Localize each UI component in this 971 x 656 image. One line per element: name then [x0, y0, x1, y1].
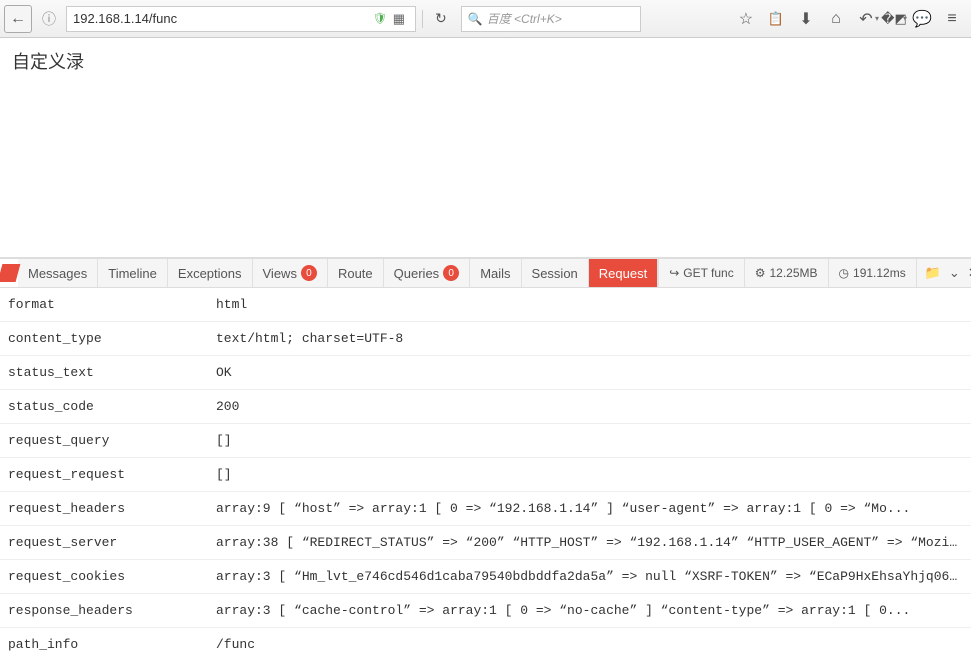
- row-value: array:9 [ “host” => array:1 [ 0 => “192.…: [216, 501, 963, 516]
- row-value: array:3 [ “Hm_lvt_e746cd546d1caba79540bd…: [216, 569, 963, 584]
- page-content: 自定义渌: [0, 38, 971, 258]
- row-key: request_cookies: [8, 569, 216, 584]
- search-placeholder: 百度 <Ctrl+K>: [487, 10, 562, 27]
- search-bar[interactable]: 🔍 百度 <Ctrl+K>: [461, 6, 641, 32]
- url-text: 192.168.1.14/func: [73, 11, 177, 26]
- redirect-icon: ↪: [669, 266, 679, 280]
- debug-logo[interactable]: [0, 259, 18, 287]
- row-key: request_query: [8, 433, 216, 448]
- row-key: status_text: [8, 365, 216, 380]
- row-value: OK: [216, 365, 963, 380]
- row-value: []: [216, 467, 963, 482]
- tab-request[interactable]: Request: [589, 259, 658, 287]
- browser-toolbar: ← ⓘ 192.168.1.14/func 🛡 ▦ ↻ 🔍 百度 <Ctrl+K…: [0, 0, 971, 38]
- divider: [422, 10, 423, 28]
- menu-icon[interactable]: ≡: [937, 4, 967, 34]
- debug-bar: Messages Timeline Exceptions Views 0 Rou…: [0, 258, 971, 288]
- row-key: request_server: [8, 535, 216, 550]
- memory-icon: ⚙: [755, 266, 766, 280]
- table-row[interactable]: request_request[]: [0, 458, 971, 492]
- time-info: ◷ 191.12ms: [828, 259, 916, 287]
- row-key: response_headers: [8, 603, 216, 618]
- search-icon: 🔍: [468, 12, 483, 26]
- table-row[interactable]: status_textOK: [0, 356, 971, 390]
- row-key: format: [8, 297, 216, 312]
- home-icon[interactable]: ⌂: [821, 4, 851, 34]
- refresh-icon[interactable]: ↻: [429, 10, 453, 27]
- qr-icon[interactable]: ▦: [393, 11, 405, 27]
- table-row[interactable]: path_info/func: [0, 628, 971, 656]
- download-icon[interactable]: ⬇: [791, 4, 821, 34]
- table-row[interactable]: request_serverarray:38 [ “REDIRECT_STATU…: [0, 526, 971, 560]
- route-info[interactable]: ↪ GET func: [658, 259, 744, 287]
- row-value: array:38 [ “REDIRECT_STATUS” => “200” “H…: [216, 535, 963, 550]
- tab-exceptions[interactable]: Exceptions: [168, 259, 253, 287]
- toolbar-icons: ☆ 📋 ⬇ ⌂ ↶ ▾ �◩ ▾ 💬 ≡: [731, 4, 967, 34]
- table-row[interactable]: response_headersarray:3 [ “cache-control…: [0, 594, 971, 628]
- table-row[interactable]: request_headersarray:9 [ “host” => array…: [0, 492, 971, 526]
- chat-icon[interactable]: 💬: [907, 4, 937, 34]
- table-row[interactable]: status_code200: [0, 390, 971, 424]
- table-row[interactable]: request_query[]: [0, 424, 971, 458]
- back-button[interactable]: ←: [4, 5, 32, 33]
- tab-views[interactable]: Views 0: [253, 259, 328, 287]
- info-icon[interactable]: ⓘ: [38, 8, 60, 30]
- table-row[interactable]: content_typetext/html; charset=UTF-8: [0, 322, 971, 356]
- tab-messages[interactable]: Messages: [18, 259, 98, 287]
- row-value: text/html; charset=UTF-8: [216, 331, 963, 346]
- row-key: status_code: [8, 399, 216, 414]
- url-bar[interactable]: 192.168.1.14/func 🛡 ▦: [66, 6, 416, 32]
- row-key: request_request: [8, 467, 216, 482]
- memory-info: ⚙ 12.25MB: [744, 259, 828, 287]
- table-row[interactable]: request_cookiesarray:3 [ “Hm_lvt_e746cd5…: [0, 560, 971, 594]
- row-value: 200: [216, 399, 963, 414]
- row-value: []: [216, 433, 963, 448]
- back-arrow-icon: ←: [10, 10, 26, 28]
- tab-timeline[interactable]: Timeline: [98, 259, 168, 287]
- clock-icon: ◷: [839, 266, 849, 280]
- row-value: html: [216, 297, 963, 312]
- shield-icon[interactable]: 🛡: [373, 12, 387, 25]
- bookmark-icon[interactable]: ☆: [731, 4, 761, 34]
- folder-icon[interactable]: 📁: [925, 265, 941, 281]
- queries-badge: 0: [443, 265, 459, 281]
- minimize-icon[interactable]: ⌄: [949, 265, 960, 281]
- views-badge: 0: [301, 265, 317, 281]
- tab-queries[interactable]: Queries 0: [384, 259, 471, 287]
- row-value: /func: [216, 637, 963, 652]
- tab-mails[interactable]: Mails: [470, 259, 521, 287]
- row-key: content_type: [8, 331, 216, 346]
- row-key: request_headers: [8, 501, 216, 516]
- table-row[interactable]: formathtml: [0, 288, 971, 322]
- tab-session[interactable]: Session: [522, 259, 589, 287]
- debug-right-info: ↪ GET func ⚙ 12.25MB ◷ 191.12ms 📁 ⌄ ✕: [658, 259, 971, 287]
- row-value: array:3 [ “cache-control” => array:1 [ 0…: [216, 603, 963, 618]
- url-right-icons: 🛡 ▦: [373, 11, 405, 27]
- tab-route[interactable]: Route: [328, 259, 384, 287]
- page-title: 自定义渌: [12, 48, 959, 74]
- row-key: path_info: [8, 637, 216, 652]
- debug-actions: 📁 ⌄ ✕: [916, 259, 971, 287]
- library-icon[interactable]: 📋: [761, 4, 791, 34]
- debug-panel[interactable]: formathtmlcontent_typetext/html; charset…: [0, 288, 971, 656]
